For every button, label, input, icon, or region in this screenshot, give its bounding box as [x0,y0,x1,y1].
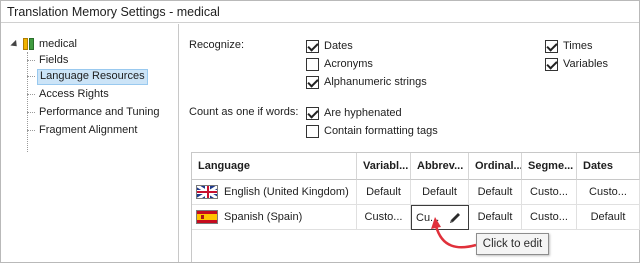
hyphenated-check-icon[interactable] [306,106,319,120]
tree-root-label: medical [39,38,77,50]
column-header-segmentation[interactable]: Segme... [522,153,577,180]
are-hyphenated-checkbox[interactable]: Are hyphenated [306,105,402,121]
contain-formatting-tags-checkbox[interactable]: Contain formatting tags [306,123,438,139]
expand-triangle-icon[interactable] [10,39,20,49]
column-header-variables[interactable]: Variabl... [357,153,411,180]
table-cell[interactable]: Default [357,180,411,205]
language-resources-grid: Language Variabl... Abbrev... Ordinal...… [191,152,640,262]
dates-check-icon[interactable] [306,39,319,53]
count-as-one-label: Count as one if words: [189,106,299,118]
column-header-dates[interactable]: Dates [577,153,640,180]
table-row-language-spanish[interactable]: Spanish (Spain) [192,205,357,230]
recognize-label: Recognize: [189,39,245,51]
table-cell[interactable]: Custo... [357,205,411,230]
annotation-arrow-icon [431,217,477,249]
variables-check-icon[interactable] [545,57,558,71]
tree-item-access-rights[interactable]: Access Rights [27,86,111,102]
times-checkbox[interactable]: Times [545,38,593,54]
table-row-language-english[interactable]: English (United Kingdom) [192,180,357,205]
tree-item-language-resources[interactable]: Language Resources [27,68,148,85]
table-cell[interactable]: Default [577,205,640,230]
table-cell[interactable]: Custo... [522,180,577,205]
tree-root-medical[interactable]: medical [10,36,77,52]
times-check-icon[interactable] [545,39,558,53]
translation-memory-icon [23,38,34,50]
settings-tree: medical Fields Language Resources Access… [1,24,179,262]
column-header-abbreviations[interactable]: Abbrev... [411,153,469,180]
dates-checkbox[interactable]: Dates [306,38,353,54]
spain-flag-icon [196,210,218,224]
tree-item-fragment-alignment[interactable]: Fragment Alignment [27,122,139,138]
click-to-edit-tooltip: Click to edit [476,233,549,255]
language-resources-panel: Recognize: Dates Acronyms Alphanumeric s… [180,24,640,262]
tree-item-performance-and-tuning[interactable]: Performance and Tuning [27,104,161,120]
alphanumeric-strings-checkbox[interactable]: Alphanumeric strings [306,74,427,90]
window-title: Translation Memory Settings - medical [1,1,639,23]
table-cell[interactable]: Custo... [522,205,577,230]
variables-checkbox[interactable]: Variables [545,56,608,72]
tree-item-fields[interactable]: Fields [27,52,70,68]
column-header-ordinals[interactable]: Ordinal... [469,153,522,180]
table-cell[interactable]: Default [411,180,469,205]
acronyms-check-icon[interactable] [306,57,319,71]
table-cell[interactable]: Custo... [577,180,640,205]
uk-flag-icon [196,185,218,199]
acronyms-checkbox[interactable]: Acronyms [306,56,373,72]
table-cell[interactable]: Default [469,180,522,205]
alphanumeric-check-icon[interactable] [306,75,319,89]
column-header-language[interactable]: Language [192,153,357,180]
formatting-tags-check-icon[interactable] [306,124,319,138]
